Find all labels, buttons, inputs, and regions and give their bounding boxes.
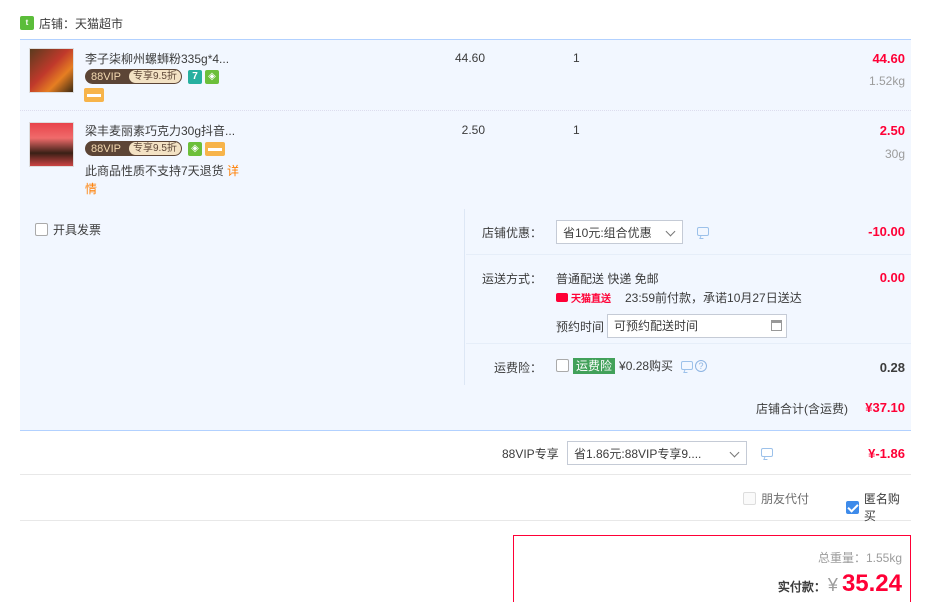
tmall-cat-icon	[556, 293, 568, 302]
shop-name[interactable]: 店铺：天猫超市	[39, 15, 123, 32]
chevron-down-icon	[665, 226, 676, 237]
chevron-down-icon	[729, 447, 740, 458]
quantity: 1	[573, 51, 580, 65]
product-name[interactable]: 李子柒柳州螺蛳粉335g*4...	[85, 50, 229, 67]
calendar-icon[interactable]	[771, 320, 783, 331]
payment-summary: 总重量：1.55kg 实付款： ¥ 35.24	[513, 535, 911, 602]
shop-discount-label: 店铺优惠：	[482, 226, 543, 240]
invoice-pane: 开具发票	[20, 209, 465, 385]
purchase-options: 朋友代付 匿名购买	[20, 475, 911, 524]
friend-pay-checkbox[interactable]	[743, 492, 756, 505]
unit-price: 2.50	[461, 123, 485, 137]
credit-card-icon[interactable]	[205, 142, 225, 156]
item-weight: 1.52kg	[868, 74, 905, 88]
invoice-option[interactable]: 开具发票	[35, 221, 101, 238]
credit-card-icon[interactable]	[84, 88, 104, 102]
message-icon[interactable]	[697, 227, 709, 236]
shop-options: 开具发票 店铺优惠： 省10元:组合优惠 -10.00 运送方式： 普通配送 快…	[20, 209, 911, 385]
friend-pay-option[interactable]: 朋友代付	[743, 490, 809, 507]
vip-label: 88VIP专享	[502, 447, 559, 461]
message-icon[interactable]	[681, 361, 694, 370]
quantity: 1	[573, 123, 580, 137]
insurance-option[interactable]: 运费险 ¥0.28购买 ?	[556, 357, 708, 374]
vip-discount-badge: 88VIP 专享9.5折	[85, 141, 182, 156]
no-return-notice: 此商品性质不支持7天退货 详情	[85, 164, 240, 196]
order-item: 李子柒柳州螺蛳粉335g*4... 88VIP 专享9.5折 7 ◈ 44.60…	[20, 40, 911, 111]
shipping-amount: 0.00	[879, 270, 905, 285]
unit-price: 44.60	[454, 51, 485, 65]
shop-total-label: 店铺合计(含运费)	[756, 402, 848, 416]
anonymous-option[interactable]: 匿名购买	[846, 490, 911, 524]
insurance-label: 运费险：	[494, 361, 543, 375]
insurance-checkbox[interactable]	[556, 359, 569, 372]
vip-discount-amount: ¥-1.86	[868, 446, 905, 461]
guarantee-icon[interactable]: ◈	[205, 70, 219, 84]
item-total: 44.60	[872, 51, 905, 66]
shop-total-row: 店铺合计(含运费) ¥37.10	[20, 385, 911, 431]
freight-insurance-row: 运费险： 运费险 ¥0.28购买 ? 0.28	[466, 344, 911, 385]
pay-amount-line: 实付款： ¥ 35.24	[778, 570, 902, 598]
total-weight: 总重量：1.55kg	[817, 551, 902, 565]
order-items: 李子柒柳州螺蛳粉335g*4... 88VIP 专享9.5折 7 ◈ 44.60…	[20, 39, 911, 209]
shipping-row: 运送方式： 普通配送 快递 免邮 天猫直送 23:59前付款，承诺10月27日送…	[466, 255, 911, 344]
delivery-promise: 天猫直送 23:59前付款，承诺10月27日送达	[556, 289, 802, 306]
insurance-badge: 运费险	[573, 357, 616, 374]
product-image[interactable]	[29, 122, 74, 167]
item-weight: 30g	[884, 147, 905, 161]
shop-order-options: 店铺优惠： 省10元:组合优惠 -10.00 运送方式： 普通配送 快递 免邮 …	[466, 209, 911, 385]
product-name[interactable]: 梁丰麦丽素巧克力30g抖音...	[85, 122, 235, 139]
currency-symbol: ¥	[827, 575, 838, 595]
pay-label: 实付款：	[777, 580, 826, 594]
guarantee-icon[interactable]: ◈	[188, 142, 202, 156]
order-item: 梁丰麦丽素巧克力30g抖音... 88VIP 专享9.5折 ◈ 此商品性质不支持…	[20, 112, 911, 209]
appointment-label: 预约时间	[556, 319, 605, 334]
vip-discount-select[interactable]: 省1.86元:88VIP专享9....	[567, 441, 747, 465]
seven-day-return-icon[interactable]: 7	[188, 70, 202, 84]
invoice-checkbox[interactable]	[35, 223, 48, 236]
shop-total-value: ¥37.10	[865, 400, 905, 415]
tmall-logo-icon: t	[20, 16, 34, 30]
shop-discount-amount: -10.00	[868, 224, 905, 239]
shop-header: t 店铺：天猫超市	[20, 12, 123, 34]
vip-discount-badge: 88VIP 专享9.5折	[85, 69, 182, 84]
appointment: 预约时间 可预约配送时间	[556, 314, 788, 338]
item-total: 2.50	[879, 123, 905, 138]
vip-discount-row: 88VIP专享 省1.86元:88VIP专享9.... ¥-1.86	[20, 432, 911, 475]
appointment-time-input[interactable]: 可预约配送时间	[607, 314, 788, 338]
shop-discount-select[interactable]: 省10元:组合优惠	[556, 220, 683, 244]
invoice-label: 开具发票	[53, 223, 102, 237]
shop-discount-row: 店铺优惠： 省10元:组合优惠 -10.00	[466, 209, 911, 255]
product-image[interactable]	[29, 48, 74, 93]
anonymous-checkbox[interactable]	[846, 500, 859, 514]
tmall-direct-badge: 天猫直送	[556, 290, 611, 305]
insurance-amount: 0.28	[879, 360, 905, 375]
insurance-price: ¥0.28购买	[619, 359, 674, 373]
message-icon[interactable]	[761, 448, 773, 457]
shipping-label: 运送方式：	[482, 272, 543, 286]
pay-amount: 35.24	[841, 570, 902, 597]
help-icon[interactable]: ?	[695, 359, 708, 372]
shipping-method: 普通配送 快递 免邮	[556, 272, 659, 286]
